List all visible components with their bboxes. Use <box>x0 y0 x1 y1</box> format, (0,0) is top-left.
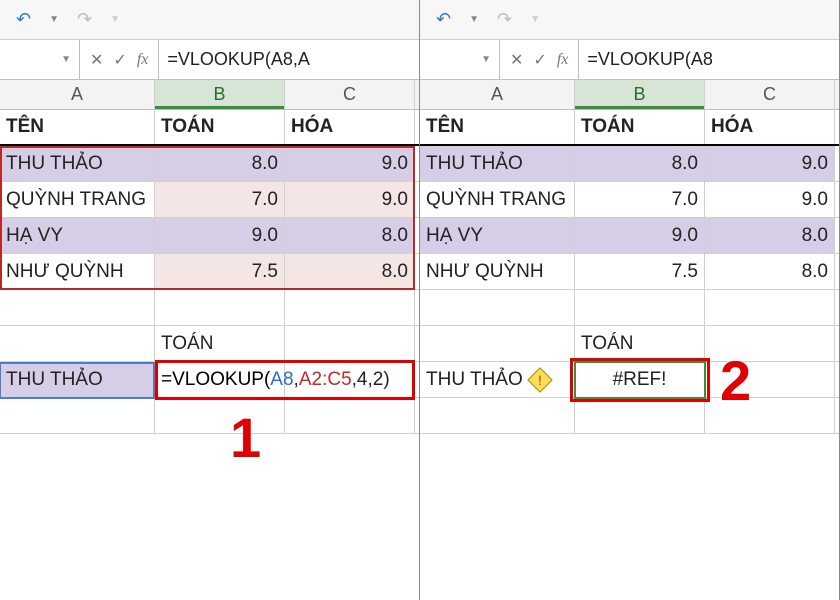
empty-row <box>420 398 839 434</box>
cells-area: TÊN TOÁN HÓA THU THẢO 8.0 9.0 QUỲNH TRAN… <box>0 110 419 434</box>
lookup-row: THU THẢO ! #REF! <box>420 362 839 398</box>
column-headers: A B C <box>420 80 839 110</box>
cell-C2[interactable]: 9.0 <box>285 146 415 181</box>
table-row: NHƯ QUỲNH 7.5 8.0 <box>0 254 419 290</box>
cell-B4[interactable]: 9.0 <box>155 218 285 253</box>
cell-A5[interactable]: NHƯ QUỲNH <box>0 254 155 289</box>
cell-C2[interactable]: 9.0 <box>705 146 835 181</box>
cell-B1[interactable]: TOÁN <box>155 110 285 144</box>
error-warning-icon[interactable]: ! <box>527 367 552 392</box>
cell-B8[interactable]: #REF! <box>575 362 705 397</box>
undo-button[interactable]: ↶ <box>432 7 455 32</box>
cell-B2[interactable]: 8.0 <box>575 146 705 181</box>
cell-C5[interactable]: 8.0 <box>705 254 835 289</box>
cell-C3[interactable]: 9.0 <box>705 182 835 217</box>
cell-B8[interactable]: =VLOOKUP(A8,A2:C5,4,2) <box>155 362 285 397</box>
cell-C1[interactable]: HÓA <box>285 110 415 144</box>
accept-icon[interactable]: ✓ <box>533 50 546 70</box>
table-row: QUỲNH TRANG 7.0 9.0 <box>0 182 419 218</box>
cell-A5[interactable]: NHƯ QUỲNH <box>420 254 575 289</box>
excel-pane-1: ↶ ▼ ↷ ▼ ▼ ✕ ✓ fx =VLOOKUP(A8,A A B C TÊN… <box>0 0 420 600</box>
label-row: TOÁN <box>420 326 839 362</box>
redo-dropdown[interactable]: ▼ <box>526 12 544 27</box>
col-header-C[interactable]: C <box>285 80 415 109</box>
cell-B7[interactable]: TOÁN <box>575 326 705 361</box>
fx-icon[interactable]: fx <box>557 51 569 69</box>
cell-A3[interactable]: QUỲNH TRANG <box>420 182 575 217</box>
cell-C5[interactable]: 8.0 <box>285 254 415 289</box>
cell-B3[interactable]: 7.0 <box>155 182 285 217</box>
redo-button[interactable]: ↷ <box>73 7 96 32</box>
cell-C4[interactable]: 8.0 <box>705 218 835 253</box>
cell-A2[interactable]: THU THẢO <box>0 146 155 181</box>
cell-B7[interactable]: TOÁN <box>155 326 285 361</box>
accept-icon[interactable]: ✓ <box>113 50 126 70</box>
cell-B2[interactable]: 8.0 <box>155 146 285 181</box>
formula-bar-row: ▼ ✕ ✓ fx =VLOOKUP(A8,A <box>0 40 419 80</box>
col-header-B[interactable]: B <box>575 80 705 109</box>
chevron-down-icon: ▼ <box>61 54 71 65</box>
cell-A1[interactable]: TÊN <box>420 110 575 144</box>
formula-bar-buttons: ✕ ✓ fx <box>80 40 159 79</box>
cell-C3[interactable]: 9.0 <box>285 182 415 217</box>
chevron-down-icon: ▼ <box>481 54 491 65</box>
formula-bar-row: ▼ ✕ ✓ fx =VLOOKUP(A8 <box>420 40 839 80</box>
undo-dropdown[interactable]: ▼ <box>45 12 63 27</box>
cell-A3[interactable]: QUỲNH TRANG <box>0 182 155 217</box>
excel-pane-2: ↶ ▼ ↷ ▼ ▼ ✕ ✓ fx =VLOOKUP(A8 A B C TÊN T… <box>420 0 840 600</box>
table-row: HẠ VY 9.0 8.0 <box>420 218 839 254</box>
lookup-row: THU THẢO =VLOOKUP(A8,A2:C5,4,2) <box>0 362 419 398</box>
label-row: TOÁN <box>0 326 419 362</box>
redo-dropdown[interactable]: ▼ <box>106 12 124 27</box>
column-headers: A B C <box>0 80 419 110</box>
name-box[interactable]: ▼ <box>0 40 80 79</box>
col-header-A[interactable]: A <box>0 80 155 109</box>
spreadsheet-grid[interactable]: A B C TÊN TOÁN HÓA THU THẢO 8.0 9.0 QUỲN… <box>420 80 839 600</box>
table-row: THU THẢO 8.0 9.0 <box>0 146 419 182</box>
redo-button[interactable]: ↷ <box>493 7 516 32</box>
cell-A1[interactable]: TÊN <box>0 110 155 144</box>
cell-B3[interactable]: 7.0 <box>575 182 705 217</box>
cell-C4[interactable]: 8.0 <box>285 218 415 253</box>
cell-B5[interactable]: 7.5 <box>155 254 285 289</box>
cell-A4[interactable]: HẠ VY <box>0 218 155 253</box>
cancel-icon[interactable]: ✕ <box>510 50 523 70</box>
table-row: HẠ VY 9.0 8.0 <box>0 218 419 254</box>
header-row: TÊN TOÁN HÓA <box>420 110 839 146</box>
cell-A8[interactable]: THU THẢO ! <box>420 362 575 397</box>
fx-icon[interactable]: fx <box>137 51 149 69</box>
empty-row <box>0 398 419 434</box>
empty-row <box>420 290 839 326</box>
cell-B1[interactable]: TOÁN <box>575 110 705 144</box>
quick-access-toolbar: ↶ ▼ ↷ ▼ <box>420 0 839 40</box>
col-header-A[interactable]: A <box>420 80 575 109</box>
cells-area: TÊN TOÁN HÓA THU THẢO 8.0 9.0 QUỲNH TRAN… <box>420 110 839 434</box>
cell-A4[interactable]: HẠ VY <box>420 218 575 253</box>
col-header-C[interactable]: C <box>705 80 835 109</box>
header-row: TÊN TOÁN HÓA <box>0 110 419 146</box>
spreadsheet-grid[interactable]: A B C TÊN TOÁN HÓA THU THẢO 8.0 9.0 QUỲN… <box>0 80 419 600</box>
name-box[interactable]: ▼ <box>420 40 500 79</box>
empty-row <box>0 290 419 326</box>
table-row: QUỲNH TRANG 7.0 9.0 <box>420 182 839 218</box>
cell-B5[interactable]: 7.5 <box>575 254 705 289</box>
cell-A8[interactable]: THU THẢO <box>0 362 155 397</box>
table-row: NHƯ QUỲNH 7.5 8.0 <box>420 254 839 290</box>
col-header-B[interactable]: B <box>155 80 285 109</box>
cell-B4[interactable]: 9.0 <box>575 218 705 253</box>
undo-button[interactable]: ↶ <box>12 7 35 32</box>
table-row: THU THẢO 8.0 9.0 <box>420 146 839 182</box>
quick-access-toolbar: ↶ ▼ ↷ ▼ <box>0 0 419 40</box>
cancel-icon[interactable]: ✕ <box>90 50 103 70</box>
cell-A2[interactable]: THU THẢO <box>420 146 575 181</box>
formula-bar-input[interactable]: =VLOOKUP(A8 <box>579 40 839 79</box>
formula-bar-input[interactable]: =VLOOKUP(A8,A <box>159 40 419 79</box>
undo-dropdown[interactable]: ▼ <box>465 12 483 27</box>
cell-C1[interactable]: HÓA <box>705 110 835 144</box>
formula-bar-buttons: ✕ ✓ fx <box>500 40 579 79</box>
